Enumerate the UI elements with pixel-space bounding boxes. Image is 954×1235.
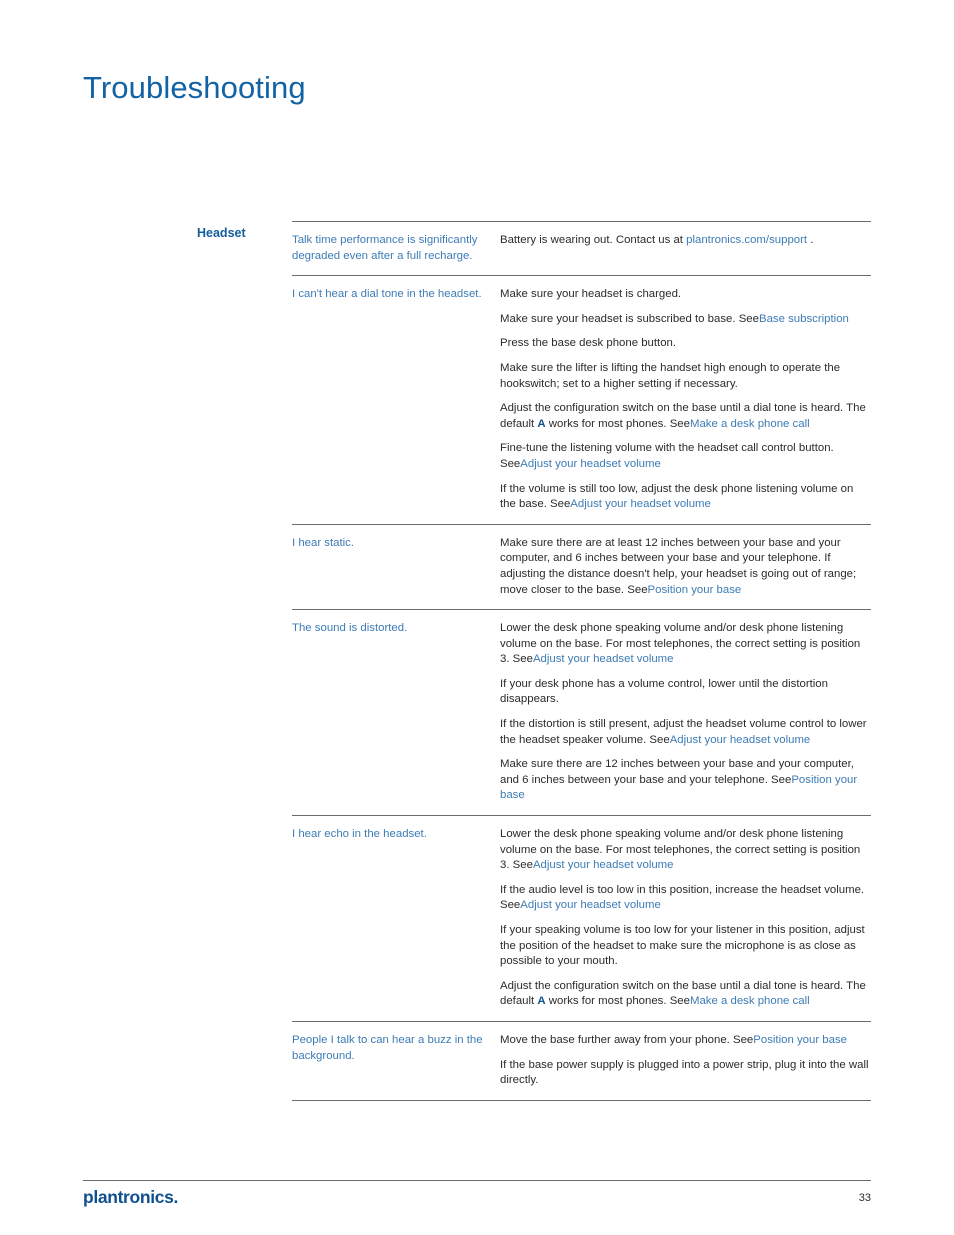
- table-row: I can't hear a dial tone in the headset.…: [292, 275, 871, 524]
- cross-reference-link[interactable]: Adjust your headset volume: [520, 899, 661, 911]
- solution-text: Make sure your headset is subscribed to …: [500, 312, 759, 325]
- solution-paragraph: If the volume is still too low, adjust t…: [500, 482, 871, 513]
- solution-cell: Battery is wearing out. Contact us at pl…: [500, 233, 871, 264]
- solution-text: Move the base further away from your pho…: [500, 1033, 754, 1046]
- solution-text: If your speaking volume is too low for y…: [500, 924, 865, 968]
- solution-text: Press the base desk phone button.: [500, 337, 677, 350]
- solution-text: Make sure your headset is charged.: [500, 288, 682, 301]
- solution-paragraph: Fine-tune the listening volume with the …: [500, 441, 871, 472]
- cross-reference-link[interactable]: Base subscription: [759, 313, 849, 325]
- solution-cell: Lower the desk phone speaking volume and…: [500, 827, 871, 1010]
- switch-setting-value: A: [537, 995, 546, 1008]
- symptom-cell: I can't hear a dial tone in the headset.: [292, 288, 482, 301]
- logo-dot: .: [173, 1187, 178, 1207]
- solution-paragraph: If the base power supply is plugged into…: [500, 1058, 871, 1089]
- logo-wordmark: plantronics: [83, 1187, 174, 1207]
- solution-text: Battery is wearing out. Contact us at: [500, 234, 687, 246]
- cross-reference-link[interactable]: Adjust your headset volume: [520, 458, 661, 470]
- solution-cell: Make sure your headset is charged. Make s…: [500, 287, 871, 513]
- section-label-headset: Headset: [197, 226, 246, 240]
- cross-reference-link[interactable]: plantronics.com/support: [686, 234, 807, 246]
- symptom-cell: People I talk to can hear a buzz in the …: [292, 1033, 483, 1062]
- solution-paragraph: Make sure there are at least 12 inches b…: [500, 536, 871, 598]
- plantronics-logo: plantronics.: [83, 1187, 178, 1207]
- switch-setting-value: A: [537, 417, 546, 430]
- troubleshooting-table: Talk time performance is significantly d…: [292, 221, 871, 1101]
- solution-cell: Move the base further away from your pho…: [500, 1033, 871, 1089]
- page-number: 33: [858, 1192, 871, 1204]
- solution-paragraph: Make sure there are 12 inches between yo…: [500, 757, 871, 804]
- solution-paragraph: If the distortion is still present, adju…: [500, 717, 871, 748]
- solution-text: Make sure the lifter is lifting the hand…: [500, 361, 841, 390]
- cross-reference-link[interactable]: Make a desk phone call: [690, 995, 810, 1007]
- table-row: Talk time performance is significantly d…: [292, 221, 871, 275]
- symptom-cell: I hear echo in the headset.: [292, 828, 427, 841]
- solution-text: works for most phones. See: [545, 995, 690, 1008]
- solution-text: If the base power supply is plugged into…: [500, 1058, 869, 1087]
- symptom-cell: The sound is distorted.: [292, 622, 408, 635]
- page-title: Troubleshooting: [83, 70, 306, 105]
- solution-cell: Lower the desk phone speaking volume and…: [500, 621, 871, 804]
- solution-paragraph: Battery is wearing out. Contact us at pl…: [500, 233, 871, 249]
- table-row: I hear echo in the headset. Lower the des…: [292, 815, 871, 1021]
- solution-text: works for most phones. See: [545, 417, 690, 430]
- solution-paragraph: Make sure your headset is subscribed to …: [500, 312, 871, 328]
- cross-reference-link[interactable]: Position your base: [648, 584, 742, 596]
- solution-paragraph: If your speaking volume is too low for y…: [500, 923, 871, 970]
- cross-reference-link[interactable]: Position your base: [753, 1034, 847, 1046]
- table-row: The sound is distorted. Lower the desk ph…: [292, 609, 871, 815]
- solution-paragraph: Press the base desk phone button.: [500, 336, 871, 352]
- solution-paragraph: Adjust the configuration switch on the b…: [500, 979, 871, 1010]
- solution-paragraph: Move the base further away from your pho…: [500, 1033, 871, 1049]
- symptom-cell: Talk time performance is significantly d…: [292, 234, 478, 262]
- solution-paragraph: Make sure your headset is charged.: [500, 287, 871, 303]
- cross-reference-link[interactable]: Adjust your headset volume: [533, 859, 674, 871]
- symptom-cell: I hear static.: [292, 536, 355, 549]
- solution-paragraph: If the audio level is too low in this po…: [500, 883, 871, 914]
- cross-reference-link[interactable]: Adjust your headset volume: [670, 734, 811, 746]
- cross-reference-link[interactable]: Adjust your headset volume: [533, 653, 674, 665]
- solution-cell: Make sure there are at least 12 inches b…: [500, 536, 871, 598]
- solution-text: If your desk phone has a volume control,…: [500, 677, 828, 706]
- cross-reference-link[interactable]: Adjust your headset volume: [570, 498, 711, 510]
- solution-paragraph: If your desk phone has a volume control,…: [500, 677, 871, 708]
- table-row: People I talk to can hear a buzz in the …: [292, 1020, 871, 1101]
- table-row: I hear static. Make sure there are at lea…: [292, 523, 871, 609]
- document-page: Troubleshooting Headset Talk time perfor…: [0, 0, 954, 1235]
- solution-text: .: [807, 234, 814, 246]
- solution-paragraph: Make sure the lifter is lifting the hand…: [500, 361, 871, 392]
- cross-reference-link[interactable]: Make a desk phone call: [690, 418, 810, 430]
- footer-divider: [83, 1180, 871, 1181]
- solution-paragraph: Adjust the configuration switch on the b…: [500, 401, 871, 432]
- solution-paragraph: Lower the desk phone speaking volume and…: [500, 621, 871, 668]
- solution-paragraph: Lower the desk phone speaking volume and…: [500, 827, 871, 874]
